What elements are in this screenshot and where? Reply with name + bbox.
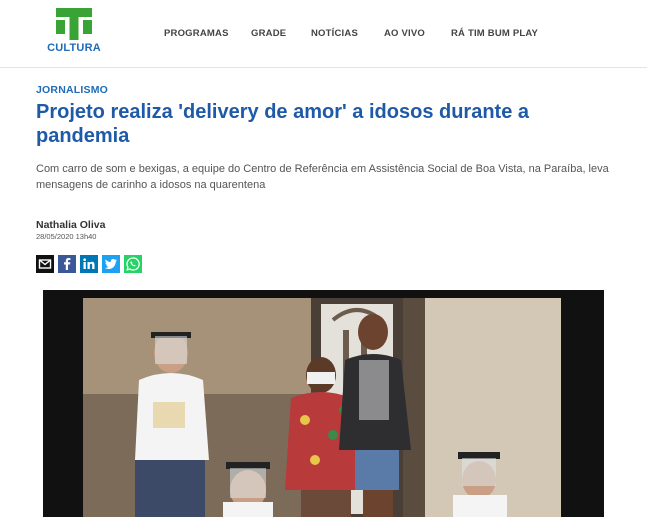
article-date: 28/05/2020 13h40: [36, 232, 97, 241]
share-linkedin-button[interactable]: [80, 255, 98, 273]
article-photo: [43, 290, 604, 517]
article-subtitle: Com carro de som e bexigas, a equipe do …: [36, 163, 609, 191]
share-facebook-button[interactable]: [58, 255, 76, 273]
photo-elderly-woman-with-team-image: [43, 290, 604, 517]
twitter-icon: [104, 259, 117, 269]
nav-programas[interactable]: PROGRAMAS: [164, 28, 229, 39]
email-icon: [38, 259, 52, 269]
article-title: Projeto realiza 'delivery de amor' a ido…: [36, 101, 530, 147]
nav-ao-vivo[interactable]: AO VIVO: [384, 28, 425, 39]
article-category[interactable]: JORNALISMO: [36, 84, 108, 96]
share-whatsapp-button[interactable]: [124, 255, 142, 273]
linkedin-icon: [83, 258, 95, 269]
tv-cultura-cross-icon: [56, 8, 92, 40]
share-email-button[interactable]: [36, 255, 54, 273]
nav-ra-tim-bum-play[interactable]: RÁ TIM BUM PLAY: [451, 28, 538, 39]
site-header: CULTURA PROGRAMAS GRADE NOTÍCIAS AO VIVO…: [0, 0, 647, 68]
article-author: Nathalia Oliva: [36, 219, 106, 231]
nav-noticias[interactable]: NOTÍCIAS: [311, 28, 358, 39]
logo-wordmark: CULTURA: [47, 42, 101, 54]
share-twitter-button[interactable]: [102, 255, 120, 273]
cultura-logo[interactable]: CULTURA: [44, 8, 104, 58]
facebook-icon: [64, 258, 71, 270]
whatsapp-icon: [126, 257, 140, 271]
nav-grade[interactable]: GRADE: [251, 28, 286, 39]
